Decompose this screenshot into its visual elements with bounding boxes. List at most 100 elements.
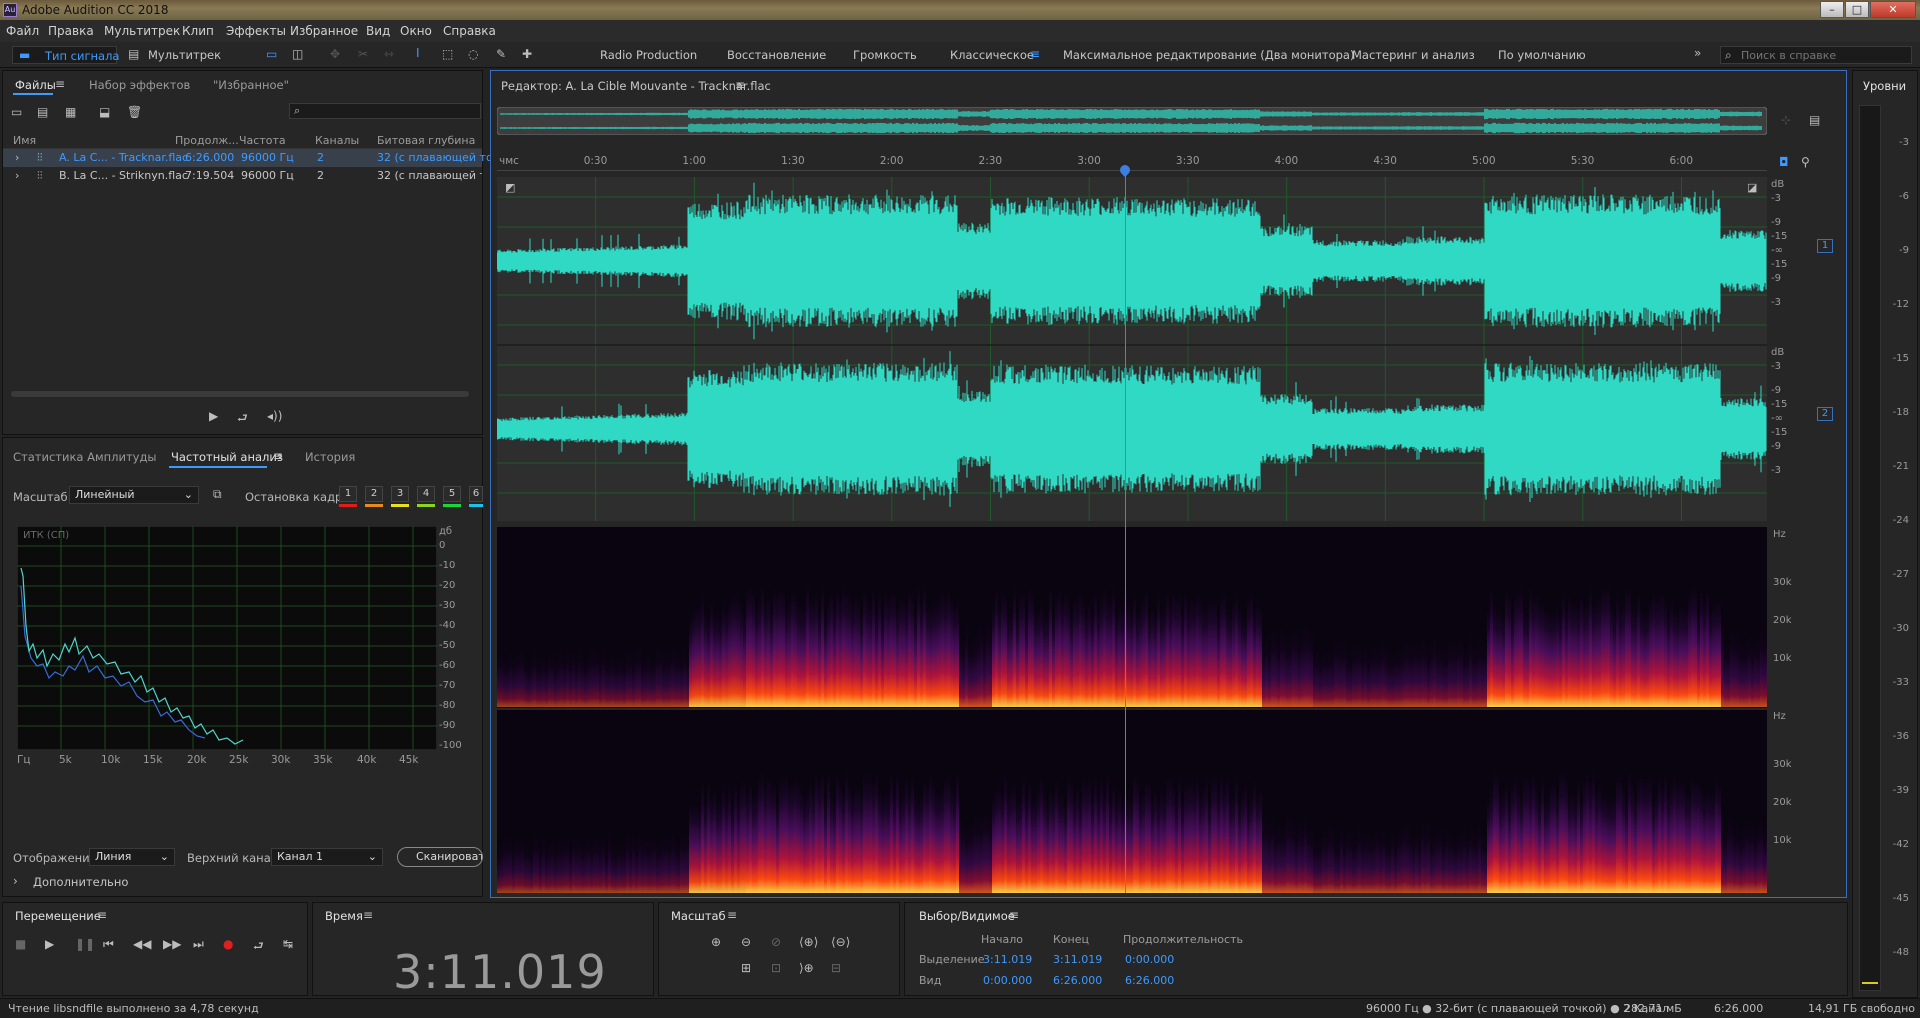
zoom-out-point-icon[interactable]: ⟩⊕ <box>799 961 814 975</box>
waveform-area[interactable]: ◩ ◪ <box>496 177 1767 521</box>
spectral-area[interactable] <box>497 527 1769 896</box>
col-depth[interactable]: Битовая глубина <box>377 134 475 147</box>
chevron-right-icon[interactable]: › <box>13 874 18 888</box>
waveform-display[interactable] <box>496 177 1767 521</box>
record-icon[interactable]: ● <box>223 937 233 951</box>
tab-files[interactable]: Файлы <box>15 78 56 92</box>
workspace-mastering[interactable]: Мастеринг и анализ <box>1352 48 1475 62</box>
view-start[interactable]: 0:00.000 <box>983 974 1032 987</box>
workspace-radio-production[interactable]: Radio Production <box>600 48 697 62</box>
insert-icon[interactable]: ⬓ <box>99 105 110 119</box>
tab-history[interactable]: История <box>305 450 355 464</box>
waveform-display-icon[interactable]: ▭ <box>266 47 277 61</box>
zoom-in-amplitude-icon[interactable]: ⊕ <box>711 935 721 949</box>
zoom-to-selection-icon[interactable]: ⊹ <box>1781 113 1791 127</box>
maximize-icon[interactable]: □ <box>1845 1 1869 18</box>
brush-tool-icon[interactable]: ✎ <box>496 47 506 61</box>
scale-select[interactable]: Линейный ⌄ <box>69 486 199 504</box>
zoom-out-amplitude-icon[interactable]: ⊖ <box>741 935 751 949</box>
import-file-icon[interactable]: ▤ <box>37 105 48 119</box>
zoom-in-time-icon[interactable]: ⟨⊕⟩ <box>799 935 818 949</box>
col-channels[interactable]: Каналы <box>315 134 359 147</box>
top-channel-select[interactable]: Канал 1 ⌄ <box>271 848 383 866</box>
freeze-slot-5[interactable]: 5 <box>443 486 461 502</box>
display-select[interactable]: Линия ⌄ <box>89 848 175 866</box>
zoom-out-time-icon[interactable]: ⟨⊖⟩ <box>831 935 850 949</box>
spot-healing-tool-icon[interactable]: ✚ <box>522 47 532 61</box>
workspace-classic[interactable]: Классическое <box>950 48 1034 62</box>
play-icon[interactable]: ▶ <box>45 937 54 951</box>
channel-badge-1[interactable]: 1 <box>1817 239 1833 253</box>
skip-icon[interactable]: ↹ <box>283 937 293 951</box>
tab-amplitude-statistics[interactable]: Статистика Амплитуды <box>13 450 157 464</box>
workspace-loudness[interactable]: Громкость <box>853 48 917 62</box>
overlay-icon[interactable]: ⧉ <box>213 487 222 502</box>
lasso-tool-icon[interactable]: ◌ <box>468 47 478 61</box>
panel-menu-icon[interactable]: ≡ <box>727 908 737 922</box>
col-duration[interactable]: Продолж... <box>175 134 239 147</box>
table-row[interactable]: › ⫶⫶ B. La C... - Striknyn.flac 7:19.504… <box>3 167 482 185</box>
panel-menu-icon[interactable]: ≡ <box>55 77 65 91</box>
autoplay-icon[interactable]: ◂)) <box>267 409 282 423</box>
freeze-slot-3[interactable]: 3 <box>391 486 409 502</box>
menu-window[interactable]: Окно <box>400 24 432 38</box>
zoom-selection-icon[interactable]: ⊞ <box>741 961 751 975</box>
menu-view[interactable]: Вид <box>366 24 390 38</box>
files-filter-input[interactable]: ⌕ <box>289 103 481 119</box>
zoom-out-full-icon[interactable]: ⊘ <box>771 935 781 949</box>
open-file-icon[interactable]: ▭ <box>11 105 22 119</box>
more-workspaces-icon[interactable]: » <box>1694 46 1701 60</box>
minimize-icon[interactable]: – <box>1820 1 1844 18</box>
col-rate[interactable]: Частота <box>239 134 286 147</box>
selection-duration[interactable]: 0:00.000 <box>1125 953 1174 966</box>
menu-file[interactable]: Файл <box>6 24 39 38</box>
playhead[interactable] <box>1125 171 1127 893</box>
time-selection-tool-icon[interactable]: I <box>416 46 420 60</box>
table-row[interactable]: › ⫶⫶ A. La C... - Tracknar.flac 6:26.000… <box>3 149 499 167</box>
time-ruler[interactable]: чмс 0:30 1:00 1:30 2:00 2:30 3:00 3:30 4:00 4:30… <box>497 153 1767 171</box>
loop-icon[interactable]: ⮐ <box>253 937 264 958</box>
panel-menu-icon[interactable]: ≡ <box>1009 908 1019 922</box>
play-preview-icon[interactable]: ▶ <box>209 409 218 423</box>
freeze-slot-1[interactable]: 1 <box>339 486 357 502</box>
fast-forward-icon[interactable]: ▶▶ <box>163 937 181 951</box>
delete-icon[interactable]: 🗑 <box>127 105 142 119</box>
help-search-input[interactable] <box>1741 48 1907 62</box>
overview-settings-icon[interactable]: ▤ <box>1809 113 1820 127</box>
pause-icon[interactable]: ❚❚ <box>75 937 95 951</box>
slip-tool-icon[interactable]: ⇿ <box>384 47 394 61</box>
close-icon[interactable]: ✕ <box>1870 1 1916 18</box>
marquee-tool-icon[interactable]: ⬚ <box>442 47 453 61</box>
pin-icon[interactable]: ⚲ <box>1801 155 1810 169</box>
advanced-toggle[interactable]: Дополнительно <box>33 875 128 889</box>
col-name[interactable]: Имя <box>13 134 36 147</box>
view-end[interactable]: 6:26.000 <box>1053 974 1102 987</box>
workspace-default[interactable]: По умолчанию <box>1498 48 1586 62</box>
menu-multitrack[interactable]: Мультитрек <box>104 24 180 38</box>
frequency-graph[interactable] <box>17 526 437 750</box>
fade-out-handle-icon[interactable]: ◪ <box>1747 181 1757 194</box>
multitrack-view-button[interactable]: ▤ Мультитрек <box>124 46 221 64</box>
zoom-reset-icon[interactable]: ⊟ <box>831 961 841 975</box>
tab-effects-rack[interactable]: Набор эффектов <box>89 78 190 92</box>
loop-preview-icon[interactable]: ⮐ <box>237 409 248 430</box>
menu-clip[interactable]: Клип <box>182 24 214 38</box>
move-tool-icon[interactable]: ✥ <box>330 47 340 61</box>
expand-icon[interactable]: › <box>15 169 19 182</box>
tab-frequency-analysis[interactable]: Частотный анализ <box>171 450 283 464</box>
go-to-end-icon[interactable]: ⏭ <box>193 937 204 952</box>
panel-menu-icon[interactable]: ≡ <box>363 908 373 922</box>
channel-badge-2[interactable]: 2 <box>1817 407 1833 421</box>
scan-button[interactable]: Сканировать <box>397 847 483 867</box>
fade-in-handle-icon[interactable]: ◩ <box>505 181 515 194</box>
menu-help[interactable]: Справка <box>443 24 496 38</box>
selection-end[interactable]: 3:11.019 <box>1053 953 1102 966</box>
new-file-icon[interactable]: ▦ <box>65 105 76 119</box>
tab-favorites[interactable]: "Избранное" <box>213 78 289 92</box>
files-horizontal-scrollbar[interactable] <box>11 391 469 397</box>
freeze-slot-4[interactable]: 4 <box>417 486 435 502</box>
selection-start[interactable]: 3:11.019 <box>983 953 1032 966</box>
snap-icon[interactable]: ◘ <box>1779 155 1789 169</box>
workspace-max-editing[interactable]: Максимальное редактирование (Два монитор… <box>1063 48 1354 62</box>
freeze-slot-2[interactable]: 2 <box>365 486 383 502</box>
